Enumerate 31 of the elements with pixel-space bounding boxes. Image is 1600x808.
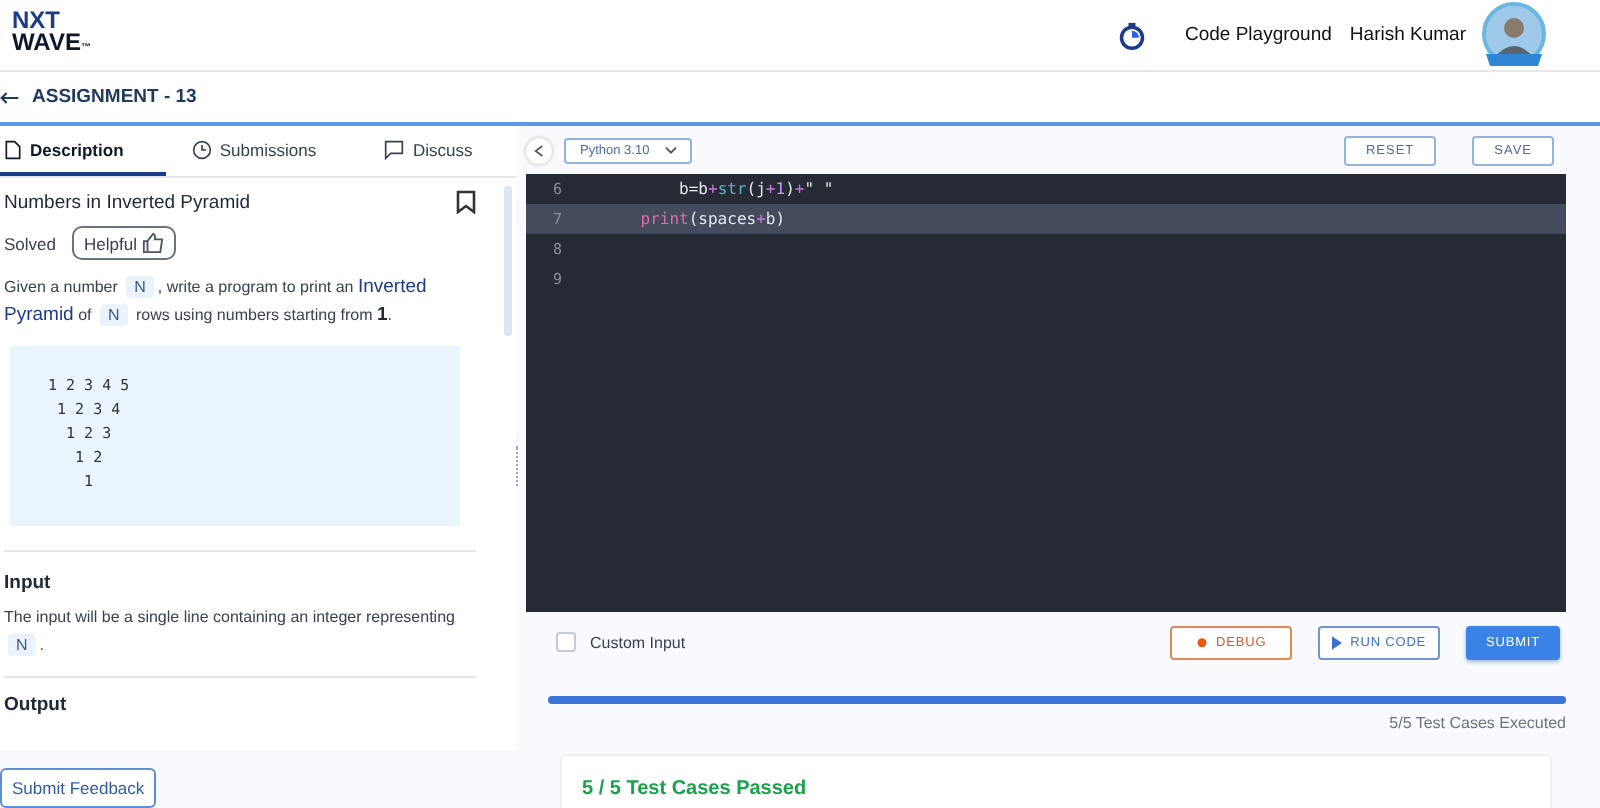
scrollbar[interactable] (504, 186, 512, 336)
bug-icon (1196, 636, 1209, 648)
collapse-button[interactable] (526, 137, 552, 163)
checkbox[interactable] (556, 632, 576, 652)
stopwatch-icon[interactable] (1117, 21, 1145, 49)
avatar-drawing[interactable] (1480, 1, 1548, 69)
problem-description: Given a number N , write a program to print an Inverted Pyramid of N rows using numbers starting from 1. (4, 274, 429, 330)
solved-status: Solved (4, 233, 56, 253)
result-title: 5 / 5 Test Cases Passed (582, 778, 809, 800)
nav-link[interactable]: Code Playground (1185, 24, 1332, 46)
chat-icon (384, 139, 405, 159)
code-line: b=b+str(j+1)+" " (677, 180, 834, 198)
bookmark-icon[interactable] (456, 190, 476, 214)
code-line: print(spaces+b) (638, 210, 786, 228)
play-icon (1332, 635, 1343, 649)
section-text: The input will be a single line containing an integer representing N . (4, 606, 456, 660)
chevron-left-icon (534, 143, 544, 157)
problem-title: Numbers in Inverted Pyramid (4, 191, 251, 213)
document-icon (4, 139, 22, 159)
back-arrow-icon[interactable] (0, 89, 20, 105)
user-name: Harish Kumar (1349, 24, 1466, 46)
assignment-title: ASSIGNMENT - 13 (32, 86, 197, 108)
thumbs-up-icon (142, 232, 165, 254)
section-heading: Input (4, 572, 53, 594)
section-heading: Output (4, 694, 69, 716)
clock-icon (191, 139, 212, 159)
submit-feedback-button[interactable]: Submit Feedback (0, 768, 157, 808)
helpful-button[interactable]: Helpful (72, 226, 177, 260)
progress-caption: 5/5 Test Cases Executed (1387, 714, 1566, 732)
caret-icon (663, 145, 678, 155)
checkbox-label: Custom Input (590, 633, 686, 651)
